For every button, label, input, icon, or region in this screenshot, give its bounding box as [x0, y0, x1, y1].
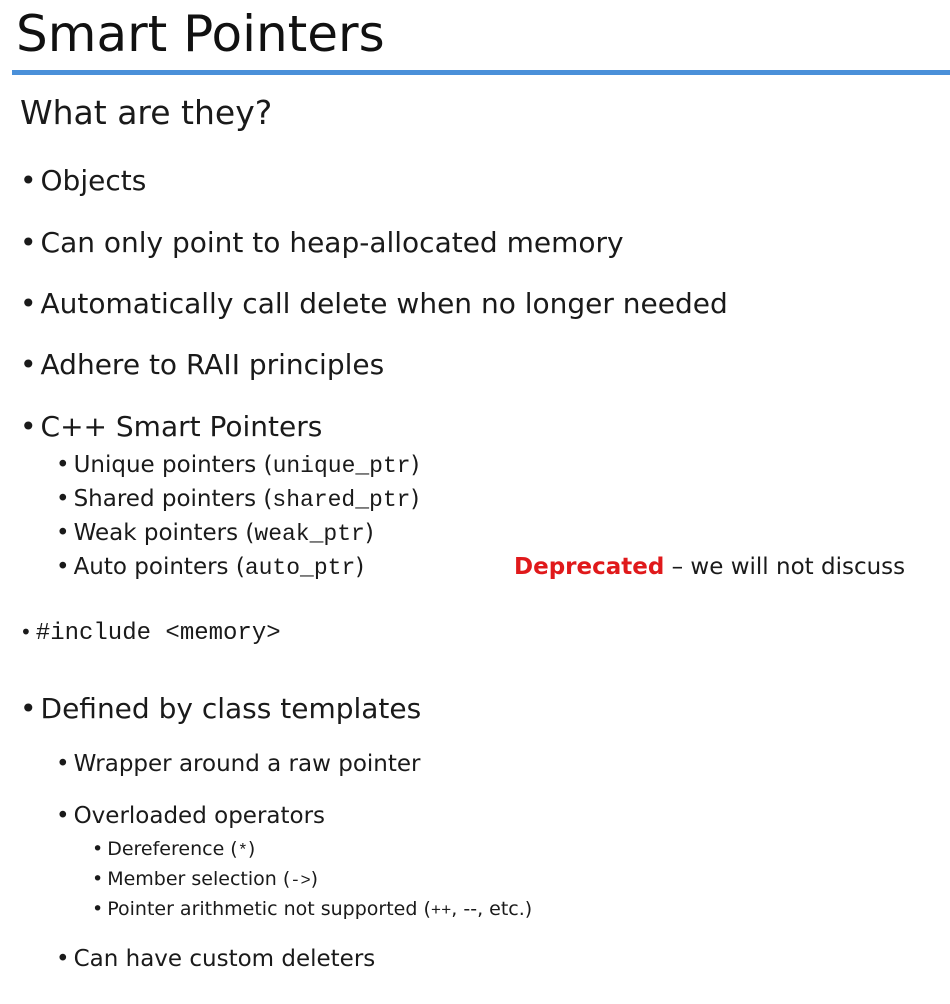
- deprecation-note: Deprecated – we will not discuss: [514, 552, 905, 582]
- type-unique-ptr: • Unique pointers (unique_ptr): [56, 450, 420, 481]
- type-close: ): [364, 520, 374, 546]
- bullet-icon: •: [56, 486, 70, 512]
- operator-arithmetic: • Pointer arithmetic not supported (++, -…: [92, 897, 532, 924]
- bullet-icon: •: [56, 554, 70, 580]
- type-shared-ptr: • Shared pointers (shared_ptr): [56, 484, 419, 515]
- type-code: unique_ptr: [272, 453, 411, 479]
- bullet-icon: •: [92, 838, 104, 860]
- type-label: Unique pointers (: [73, 452, 273, 478]
- point-text: Can only point to heap-allocated memory: [40, 226, 624, 259]
- point-text: Adhere to RAII principles: [40, 348, 385, 381]
- point-cpp-smart-pointers: • C++ Smart Pointers: [20, 410, 322, 444]
- operator-label: Dereference (: [107, 838, 238, 860]
- operator-code: ->: [290, 872, 311, 891]
- detail-text: Overloaded operators: [73, 803, 326, 829]
- bullet-icon: •: [20, 348, 37, 381]
- title-divider: [12, 70, 950, 75]
- bullet-icon: •: [56, 803, 70, 829]
- slide-subtitle: What are they?: [20, 93, 273, 132]
- point-objects: • Objects: [20, 164, 146, 198]
- bullet-icon: •: [56, 946, 70, 972]
- type-auto-ptr: • Auto pointers (auto_ptr): [56, 552, 364, 583]
- point-text: Defined by class templates: [40, 692, 422, 725]
- point-text: C++ Smart Pointers: [40, 410, 323, 443]
- include-line: • #include <memory>: [20, 616, 281, 649]
- detail-operators: • Overloaded operators: [56, 801, 325, 831]
- operator-code: ++: [430, 902, 452, 921]
- operator-member-selection: • Member selection (->): [92, 867, 318, 894]
- detail-text: Can have custom deleters: [73, 946, 376, 972]
- slide-title: Smart Pointers: [16, 5, 385, 63]
- type-code: shared_ptr: [272, 487, 411, 513]
- detail-wrapper: • Wrapper around a raw pointer: [56, 749, 420, 779]
- type-label: Shared pointers (: [73, 486, 273, 512]
- operator-dereference: • Dereference (*): [92, 837, 255, 864]
- bullet-icon: •: [56, 520, 70, 546]
- deprecation-text: – we will not discuss: [664, 554, 906, 580]
- bullet-icon: •: [20, 620, 32, 644]
- operator-close: ): [247, 838, 256, 860]
- bullet-icon: •: [56, 452, 70, 478]
- point-class-templates: • Defined by class templates: [20, 692, 421, 726]
- bullet-icon: •: [92, 868, 104, 890]
- detail-text: Wrapper around a raw pointer: [73, 751, 421, 777]
- point-heap-memory: • Can only point to heap-allocated memory: [20, 226, 624, 260]
- point-text: Objects: [40, 164, 147, 197]
- bullet-icon: •: [20, 410, 37, 443]
- deprecated-label: Deprecated: [514, 554, 665, 580]
- point-raii: • Adhere to RAII principles: [20, 348, 384, 382]
- include-code: #include <memory>: [35, 620, 281, 647]
- point-auto-delete: • Automatically call delete when no longe…: [20, 287, 728, 321]
- type-close: ): [355, 554, 365, 580]
- operator-label: Pointer arithmetic not supported (: [107, 898, 431, 920]
- bullet-icon: •: [20, 692, 37, 725]
- type-close: ): [410, 486, 420, 512]
- operator-close: ): [310, 868, 319, 890]
- type-close: ): [410, 452, 420, 478]
- type-weak-ptr: • Weak pointers (weak_ptr): [56, 518, 374, 549]
- operator-close: , --, etc.): [451, 898, 533, 920]
- point-text: Automatically call delete when no longer…: [40, 287, 728, 320]
- bullet-icon: •: [92, 898, 104, 920]
- bullet-icon: •: [20, 287, 37, 320]
- type-code: weak_ptr: [254, 521, 365, 547]
- type-label: Auto pointers (: [73, 554, 245, 580]
- type-label: Weak pointers (: [73, 520, 255, 546]
- bullet-icon: •: [20, 164, 37, 197]
- operator-code: *: [237, 842, 248, 861]
- bullet-icon: •: [20, 226, 37, 259]
- type-code: auto_ptr: [244, 555, 356, 581]
- detail-deleters: • Can have custom deleters: [56, 944, 375, 974]
- operator-label: Member selection (: [107, 868, 291, 890]
- bullet-icon: •: [56, 751, 70, 777]
